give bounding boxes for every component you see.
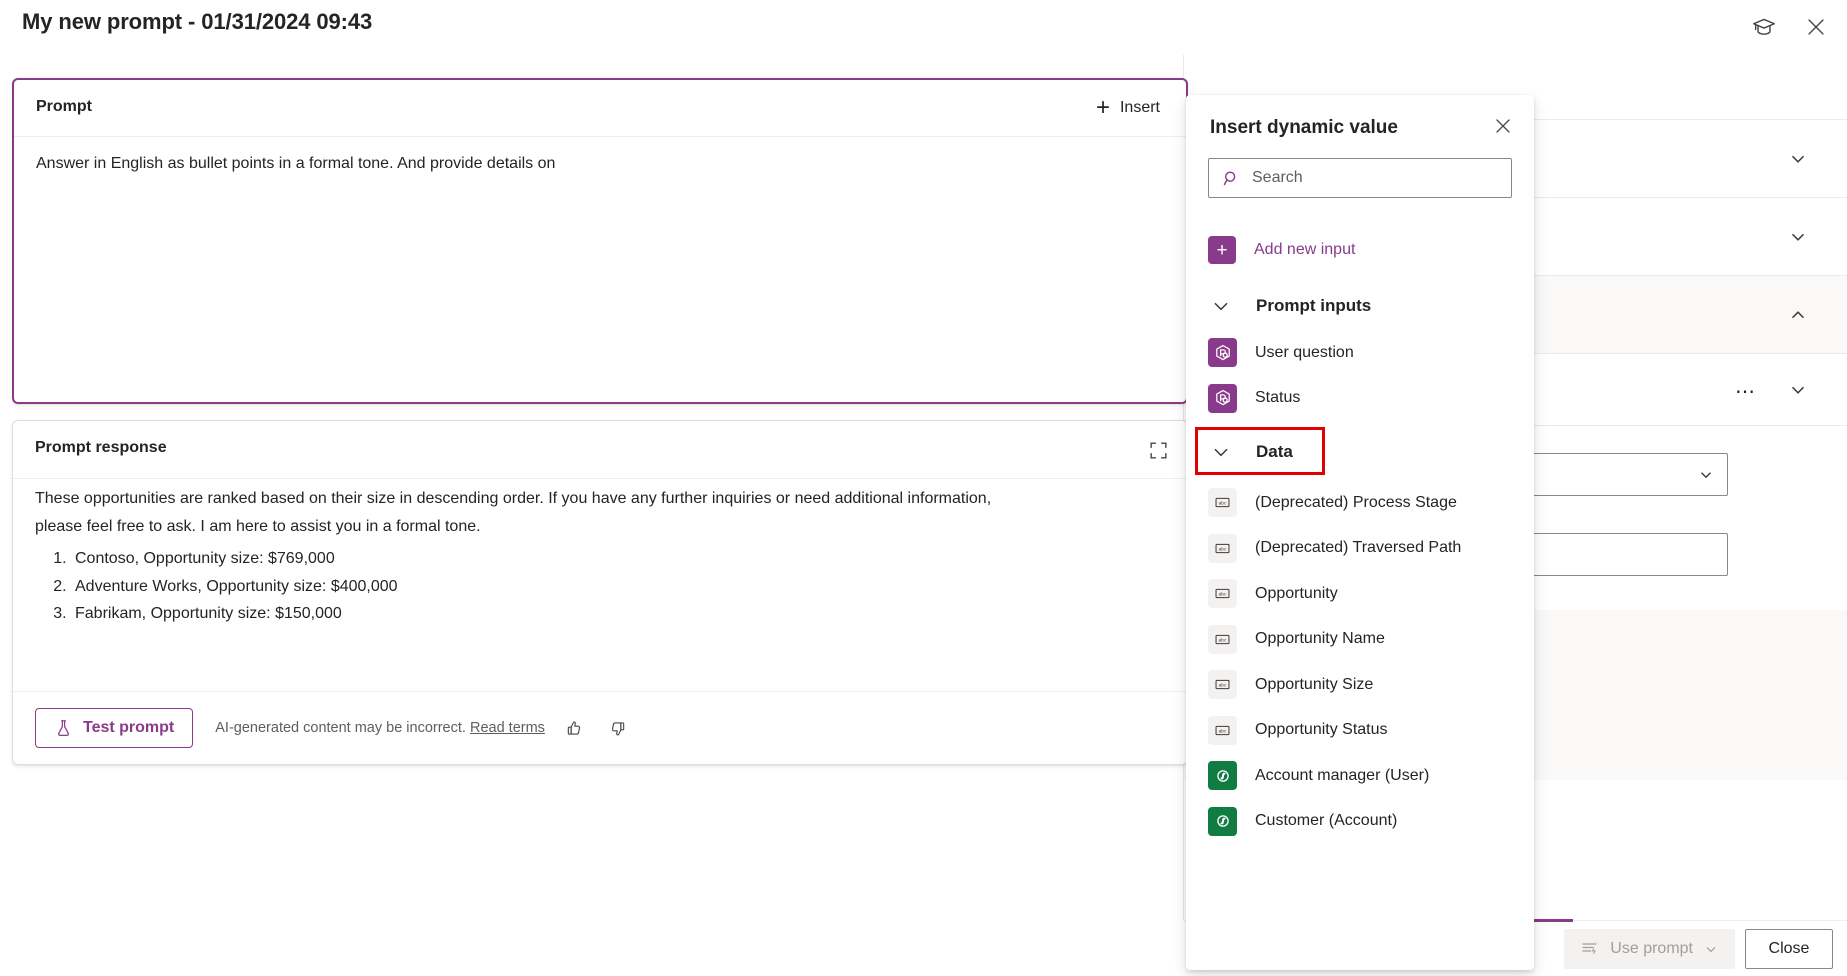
svg-text:abc: abc <box>1219 501 1227 507</box>
text-field-icon: abc <box>1208 715 1237 745</box>
chevron-down-icon <box>1208 293 1234 319</box>
list-item-label: Account manager (User) <box>1255 766 1430 784</box>
read-terms-link[interactable]: Read terms <box>470 720 545 736</box>
svg-text:abc: abc <box>1219 546 1227 552</box>
dataverse-lookup-icon <box>1208 761 1237 791</box>
search-icon <box>1220 167 1242 189</box>
list-item: Fabrikam, Opportunity size: $150,000 <box>71 600 1165 628</box>
group-header-prompt-inputs[interactable]: Prompt inputs <box>1186 281 1534 330</box>
list-item-opportunity-name[interactable]: abc Opportunity Name <box>1186 617 1534 663</box>
prompt-text-area[interactable]: Answer in English as bullet points in a … <box>36 152 1164 175</box>
chevron-down-icon[interactable] <box>1703 941 1719 957</box>
title-bar: My new prompt - 01/31/2024 09:43 <box>0 0 1847 55</box>
list-item-label: User question <box>1255 343 1354 361</box>
list-item-opportunity-status[interactable]: abc Opportunity Status <box>1186 708 1534 754</box>
text-field-icon: abc <box>1208 579 1237 609</box>
expand-icon[interactable] <box>1141 433 1175 467</box>
list-item-opportunity-size[interactable]: abc Opportunity Size <box>1186 662 1534 708</box>
plus-icon: + <box>1208 236 1236 264</box>
search-field[interactable] <box>1208 158 1512 198</box>
prompt-response-body: These opportunities are ranked based on … <box>35 485 1165 628</box>
list-item-label: Opportunity Name <box>1255 630 1385 648</box>
list-item-label: Status <box>1255 389 1301 407</box>
copilot-input-icon <box>1208 338 1237 368</box>
add-new-input-button[interactable]: + Add new input <box>1186 227 1534 273</box>
use-prompt-button[interactable]: Use prompt <box>1564 929 1735 969</box>
dataverse-lookup-icon <box>1208 806 1237 836</box>
text-field-icon: abc <box>1208 533 1237 563</box>
list-item-label: Customer (Account) <box>1255 812 1398 830</box>
list-item-opportunity[interactable]: abc Opportunity <box>1186 571 1534 617</box>
close-icon[interactable] <box>1795 6 1837 48</box>
list-item: Adventure Works, Opportunity size: $400,… <box>71 573 1165 601</box>
prompt-editor-card: Prompt + Insert Answer in English as bul… <box>12 78 1188 404</box>
prompt-card-header: Prompt + Insert <box>14 80 1186 137</box>
insert-button-label: Insert <box>1119 99 1160 116</box>
test-prompt-label: Test prompt <box>83 719 175 736</box>
list-item-user-question[interactable]: User question <box>1186 330 1534 376</box>
ai-disclaimer-text: AI-generated content may be incorrect. <box>215 720 466 736</box>
page-title: My new prompt - 01/31/2024 09:43 <box>22 9 373 34</box>
copilot-input-icon <box>1208 383 1237 413</box>
svg-text:abc: abc <box>1219 637 1227 643</box>
close-icon[interactable] <box>1486 109 1520 143</box>
chevron-down-icon <box>1208 439 1234 465</box>
text-field-icon: abc <box>1208 624 1237 654</box>
plus-icon: + <box>1095 94 1110 121</box>
chevron-down-icon[interactable] <box>1697 466 1715 484</box>
flyout-title: Insert dynamic value <box>1210 117 1398 138</box>
list-item-deprecated-traversed-path[interactable]: abc (Deprecated) Traversed Path <box>1186 526 1534 572</box>
close-button[interactable]: Close <box>1745 929 1833 969</box>
test-prompt-button[interactable]: Test prompt <box>35 708 194 748</box>
use-prompt-label: Use prompt <box>1610 940 1693 957</box>
list-item-customer-account[interactable]: Customer (Account) <box>1186 799 1534 845</box>
list-item-label: (Deprecated) Process Stage <box>1255 493 1457 511</box>
list-item-deprecated-process-stage[interactable]: abc (Deprecated) Process Stage <box>1186 480 1534 526</box>
svg-text:abc: abc <box>1219 728 1227 734</box>
prompt-response-label: Prompt response <box>35 439 167 456</box>
prompt-response-card: Prompt response These opportunities are … <box>12 420 1188 765</box>
thumbs-down-icon[interactable] <box>603 713 633 743</box>
group-header-data[interactable]: Data <box>1186 427 1534 476</box>
text-field-icon: abc <box>1208 488 1237 518</box>
chevron-up-icon[interactable] <box>1787 304 1809 326</box>
insert-button[interactable]: + Insert <box>1084 91 1172 125</box>
list-item-label: Opportunity Size <box>1255 675 1374 693</box>
chevron-down-icon[interactable] <box>1787 148 1809 170</box>
main-content-column: Prompt + Insert Answer in English as bul… <box>12 78 1188 765</box>
dynamic-value-list[interactable]: + Add new input Prompt inputs User quest… <box>1186 217 1534 970</box>
search-input[interactable] <box>1242 159 1511 197</box>
graduation-cap-icon[interactable] <box>1743 6 1785 48</box>
more-options-icon[interactable]: ⋯ <box>1735 382 1757 402</box>
chevron-down-icon[interactable] <box>1787 226 1809 248</box>
response-opportunity-list: Contoso, Opportunity size: $769,000 Adve… <box>35 545 1165 628</box>
svg-text:abc: abc <box>1219 683 1227 689</box>
response-card-header: Prompt response <box>13 421 1187 479</box>
insert-dynamic-value-flyout: Insert dynamic value + Add new input Pro… <box>1186 95 1534 970</box>
svg-text:abc: abc <box>1219 592 1227 598</box>
list-item: Contoso, Opportunity size: $769,000 <box>71 545 1165 573</box>
thumbs-up-icon[interactable] <box>559 713 589 743</box>
list-item-label: Opportunity <box>1255 584 1338 602</box>
chevron-down-icon[interactable] <box>1787 379 1809 401</box>
flask-icon <box>54 719 73 738</box>
insert-prompt-icon <box>1580 939 1600 959</box>
list-item-label: (Deprecated) Traversed Path <box>1255 539 1462 557</box>
group-label: Prompt inputs <box>1256 295 1372 315</box>
response-paragraph: These opportunities are ranked based on … <box>35 490 992 535</box>
group-label: Data <box>1256 441 1293 461</box>
list-item-account-manager-user[interactable]: Account manager (User) <box>1186 753 1534 799</box>
add-new-input-label: Add new input <box>1254 241 1356 258</box>
list-item-label: Opportunity Status <box>1255 721 1388 739</box>
text-field-icon: abc <box>1208 670 1237 700</box>
response-footer-toolbar: Test prompt AI-generated content may be … <box>13 691 1187 764</box>
list-item-status[interactable]: Status <box>1186 376 1534 422</box>
prompt-label: Prompt <box>36 98 92 115</box>
ai-disclaimer: AI-generated content may be incorrect. R… <box>215 720 545 736</box>
